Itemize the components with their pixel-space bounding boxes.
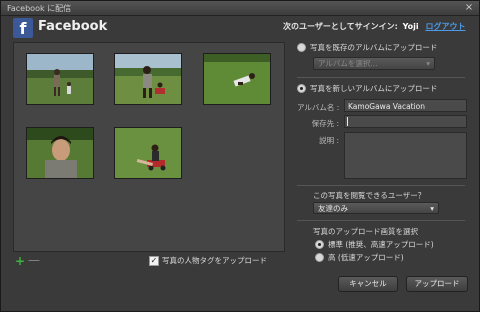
quality-high-label: 高 (低速アップロード) <box>328 253 404 262</box>
photo-thumbnail[interactable] <box>114 127 182 179</box>
checkbox-check-icon[interactable]: ✓ <box>149 255 159 266</box>
photo-thumbnail[interactable] <box>26 127 94 179</box>
new-album-option[interactable]: 写真を新しいアルバムにアップロード <box>297 83 437 94</box>
location-label: 保存先 : <box>311 119 339 128</box>
quality-standard-label: 標準 (推奨、高速アップロード) <box>328 240 434 249</box>
quality-high-radio[interactable] <box>315 253 324 262</box>
new-album-label: 写真を新しいアルバムにアップロード <box>310 84 438 93</box>
photo-thumbnail[interactable] <box>114 53 182 105</box>
upload-tags-label: 写真の人物タグをアップロード <box>162 256 267 265</box>
add-photo-icon[interactable]: + <box>15 254 25 268</box>
location-input[interactable] <box>344 115 467 128</box>
facebook-logo-icon: f <box>13 18 33 38</box>
quality-option-standard[interactable]: 標準 (推奨、高速アップロード) <box>315 239 434 250</box>
photo-gallery <box>13 42 285 252</box>
close-icon[interactable]: × <box>463 2 475 14</box>
signin-prefix: 次のユーザーとしてサインイン: <box>283 22 398 31</box>
divider <box>297 220 465 221</box>
quality-standard-radio[interactable] <box>315 240 324 249</box>
existing-album-option[interactable]: 写真を既存のアルバムにアップロード <box>297 42 437 53</box>
facebook-upload-dialog: Facebook に配信 × f Facebook 次のユーザーとしてサインイン… <box>0 0 480 312</box>
privacy-select[interactable]: 友達のみ ▾ <box>313 202 439 214</box>
album-name-input[interactable]: KamoGawa Vacation <box>344 99 467 112</box>
album-name-label: アルバム名 : <box>297 103 340 112</box>
logout-link[interactable]: ログアウト <box>425 22 465 31</box>
signin-status: 次のユーザーとしてサインイン: Yoji ログアウト <box>283 21 465 32</box>
divider <box>297 185 465 186</box>
title-bar: Facebook に配信 × <box>1 1 479 16</box>
service-name: Facebook <box>38 19 108 34</box>
remove-photo-icon[interactable]: — <box>28 253 40 267</box>
photo-thumbnail[interactable] <box>26 53 94 105</box>
privacy-select-value: 友達のみ <box>318 203 348 213</box>
description-label: 説明 : <box>319 136 339 145</box>
chevron-down-icon: ▾ <box>426 59 430 68</box>
divider <box>297 77 465 78</box>
quality-option-high[interactable]: 高 (低速アップロード) <box>315 252 404 263</box>
upload-button[interactable]: アップロード <box>406 276 468 292</box>
user-name: Yoji <box>402 22 419 31</box>
description-input[interactable] <box>344 132 467 179</box>
existing-album-select: アルバムを選択... ▾ <box>313 57 435 70</box>
existing-album-radio[interactable] <box>297 43 306 52</box>
existing-album-label: 写真を既存のアルバムにアップロード <box>310 43 438 52</box>
photo-thumbnail[interactable] <box>203 53 271 105</box>
privacy-label: この写真を閲覧できるユーザー？ <box>313 191 426 200</box>
window-title: Facebook に配信 <box>7 4 72 13</box>
existing-album-select-value: アルバムを選択... <box>318 59 378 68</box>
cancel-button[interactable]: キャンセル <box>338 276 398 292</box>
new-album-radio[interactable] <box>297 84 306 93</box>
upload-tags-checkbox[interactable]: ✓ 写真の人物タグをアップロード <box>149 255 267 266</box>
text-cursor <box>347 117 348 126</box>
chevron-down-icon: ▾ <box>430 203 434 213</box>
quality-section-title: 写真のアップロード画質を選択 <box>313 227 418 236</box>
